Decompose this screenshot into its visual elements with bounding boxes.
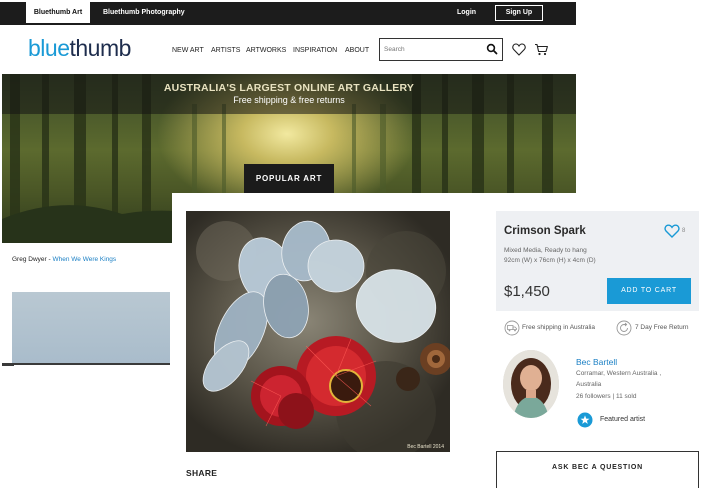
favourite-heart-icon[interactable] — [664, 224, 680, 238]
bluethumb-logo[interactable]: bluethumb — [28, 34, 131, 62]
artwork-title: Crimson Spark — [504, 225, 586, 237]
nav-new-art[interactable]: NEW ART — [172, 46, 204, 55]
artwork-credit: Greg Dwyer - When We Were Kings — [12, 256, 116, 263]
artwork-medium: Mixed Media, Ready to hang — [504, 247, 587, 254]
hero-subtitle: Free shipping & free returns — [233, 95, 345, 105]
featured-artist-label: Featured artist — [600, 416, 646, 423]
artist-stats: 26 followers | 11 sold — [576, 393, 637, 400]
tab-bluethumb-art[interactable]: Bluethumb Art — [26, 2, 90, 23]
divider — [2, 363, 14, 366]
nav-artists[interactable]: ARTISTS — [211, 46, 240, 55]
login-link[interactable]: Login — [457, 2, 476, 23]
nav-about[interactable]: ABOUT — [345, 46, 369, 55]
artist-country: Australia — [576, 381, 602, 388]
signup-button[interactable]: Sign Up — [495, 5, 543, 21]
search-box — [379, 38, 503, 61]
search-input[interactable] — [384, 43, 480, 56]
cart-icon[interactable] — [534, 43, 549, 56]
perk-free-shipping: Free shipping in Australia — [522, 324, 595, 331]
shipping-truck-icon — [504, 320, 520, 336]
featured-star-icon — [577, 412, 593, 428]
nav-inspiration[interactable]: INSPIRATION — [293, 46, 337, 55]
share-label: SHARE — [186, 468, 218, 478]
return-arrow-icon — [616, 320, 632, 336]
product-info-box: Crimson Spark 8 Mixed Media, Ready to ha… — [496, 211, 699, 311]
artist-avatar[interactable] — [503, 350, 559, 418]
tab-bluethumb-photography[interactable]: Bluethumb Photography — [103, 2, 185, 23]
artwork-thumbnail[interactable] — [12, 292, 170, 365]
ask-question-button[interactable]: ASK BEC A QUESTION — [496, 451, 699, 488]
page: Bluethumb Art Bluethumb Photography Logi… — [0, 0, 720, 488]
artwork-image[interactable]: Bec Bartell 2014 — [186, 211, 450, 452]
artwork-signature: Bec Bartell 2014 — [407, 444, 444, 450]
nav-artworks[interactable]: ARTWORKS — [246, 46, 286, 55]
search-icon[interactable] — [486, 43, 498, 55]
add-to-cart-button[interactable]: ADD TO CART — [607, 278, 691, 304]
artist-photo — [503, 350, 559, 418]
artwork-price: $1,450 — [504, 283, 550, 300]
credit-work-link[interactable]: When We Were Kings — [52, 256, 116, 263]
popular-art-button[interactable]: POPULAR ART — [244, 164, 334, 194]
favourite-count: 8 — [682, 228, 686, 234]
heart-icon[interactable] — [512, 43, 526, 56]
logo-thumb: thumb — [69, 35, 131, 61]
artist-name-link[interactable]: Bec Bartell — [576, 357, 617, 367]
artwork-dimensions: 92cm (W) x 76cm (H) x 4cm (D) — [504, 257, 596, 264]
artist-location: Corramar, Western Australia , — [576, 370, 662, 377]
artwork-painting — [196, 220, 450, 452]
credit-artist[interactable]: Greg Dwyer — [12, 256, 47, 263]
perk-free-return: 7 Day Free Return — [635, 324, 689, 331]
hero-title: AUSTRALIA'S LARGEST ONLINE ART GALLERY — [163, 82, 415, 94]
logo-blue: blue — [28, 35, 70, 61]
hero-caption-band — [2, 74, 576, 114]
